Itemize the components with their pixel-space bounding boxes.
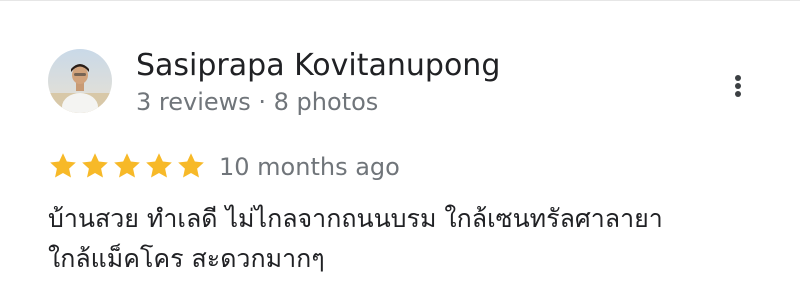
star-icon: [114, 153, 140, 178]
star-icon: [178, 153, 204, 178]
star-icon: [146, 153, 172, 178]
star-icon: [82, 153, 108, 178]
star-icon: [50, 153, 76, 178]
more-options-button[interactable]: [722, 67, 754, 103]
review-card: Sasiprapa Kovitanupong 3 reviews · 8 pho…: [0, 0, 800, 308]
review-text-line: ใกล้แม็คโคร สะดวกมากๆ: [48, 244, 325, 273]
author-avatar[interactable]: [48, 49, 112, 113]
avatar-photo-icon: [48, 49, 112, 113]
star-rating: [48, 151, 206, 183]
review-time: 10 months ago: [219, 153, 400, 181]
review-text: บ้านสวย ทำเลดี ไม่ไกลจากถนนบรม ใกล้เซนทร…: [48, 199, 748, 279]
more-vert-icon: [735, 75, 741, 81]
review-text-line: บ้านสวย ทำเลดี ไม่ไกลจากถนนบรม ใกล้เซนทร…: [48, 204, 663, 233]
author-stats: 3 reviews · 8 photos: [136, 88, 379, 116]
author-name[interactable]: Sasiprapa Kovitanupong: [136, 47, 500, 85]
